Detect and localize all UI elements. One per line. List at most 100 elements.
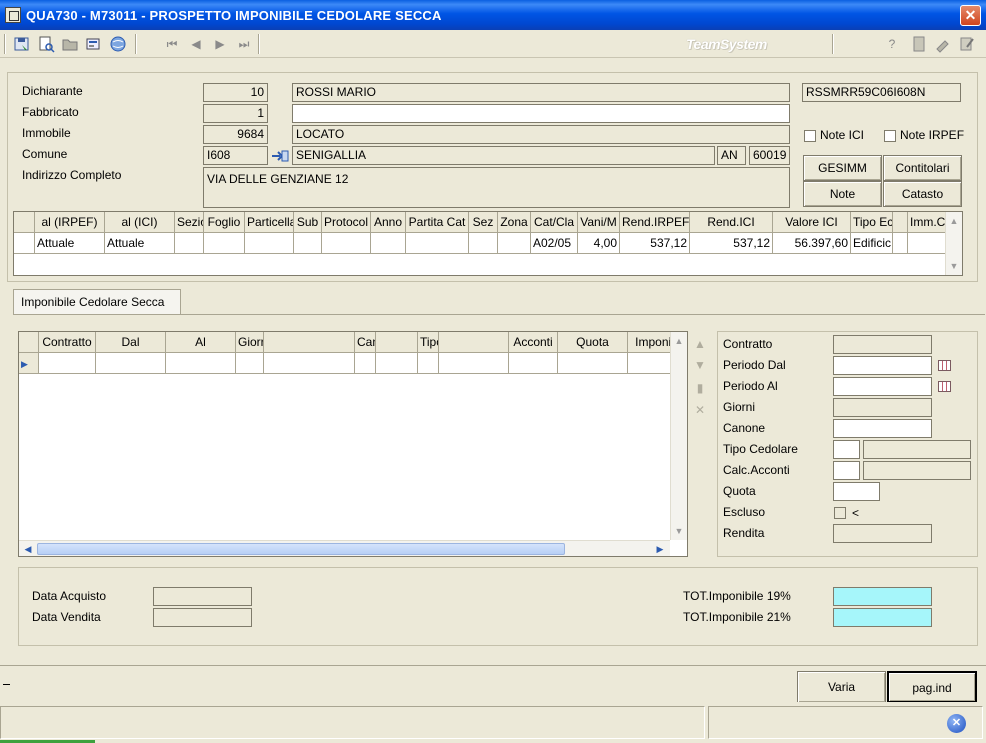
- column-header[interactable]: Canone: [355, 332, 376, 353]
- scroll-left-icon[interactable]: ◀: [21, 542, 35, 556]
- first-record-icon[interactable]: ⏮: [164, 36, 180, 52]
- table-cell[interactable]: [376, 353, 418, 374]
- delete-icon[interactable]: ✕: [693, 403, 707, 417]
- column-header[interactable]: Acconti: [509, 332, 558, 353]
- table-cell[interactable]: ▶: [19, 353, 39, 374]
- column-header[interactable]: [893, 212, 908, 233]
- quota-field[interactable]: [833, 482, 880, 501]
- document-icon[interactable]: [910, 35, 928, 53]
- table-cell[interactable]: [204, 233, 245, 254]
- table-cell[interactable]: [355, 353, 376, 374]
- table-cell[interactable]: [166, 353, 236, 374]
- fabbricato-desc-field[interactable]: [292, 104, 790, 123]
- column-header[interactable]: Sezio: [175, 212, 204, 233]
- table-cell[interactable]: [469, 233, 498, 254]
- close-button[interactable]: ✕: [960, 5, 981, 26]
- calendar-icon[interactable]: [938, 381, 951, 392]
- table-cell[interactable]: Edificic: [851, 233, 893, 254]
- column-header[interactable]: Quota: [558, 332, 628, 353]
- gesimm-button[interactable]: GESIMM: [803, 155, 882, 181]
- property-grid-scrollbar[interactable]: ▲ ▼: [945, 212, 962, 275]
- folder-icon[interactable]: [61, 35, 79, 53]
- column-header[interactable]: Tipo Ce: [418, 332, 439, 353]
- column-header[interactable]: Valore ICI: [773, 212, 851, 233]
- table-cell[interactable]: [908, 233, 948, 254]
- table-cell[interactable]: [322, 233, 371, 254]
- row-selector[interactable]: [14, 212, 35, 233]
- tools-icon[interactable]: [934, 35, 952, 53]
- table-cell[interactable]: [236, 353, 264, 374]
- move-up-icon[interactable]: ▲: [693, 337, 707, 351]
- table-cell[interactable]: [371, 233, 406, 254]
- contract-grid[interactable]: ContrattoDalAlGiorr Canone Tipo Ce AccontiQ…: [18, 331, 688, 557]
- column-header[interactable]: al (IRPEF): [35, 212, 105, 233]
- table-cell[interactable]: [406, 233, 469, 254]
- column-header[interactable]: Tipo Ec: [851, 212, 893, 233]
- column-header[interactable]: Cat/Cla: [531, 212, 578, 233]
- column-header[interactable]: Contratto: [39, 332, 96, 353]
- column-header[interactable]: Protocol: [322, 212, 371, 233]
- table-cell[interactable]: [39, 353, 96, 374]
- column-header[interactable]: al (ICI): [105, 212, 175, 233]
- column-header[interactable]: Partita Cat: [406, 212, 469, 233]
- column-header[interactable]: Foglio: [204, 212, 245, 233]
- table-cell[interactable]: [264, 353, 355, 374]
- globe-icon[interactable]: [109, 35, 127, 53]
- table-cell[interactable]: Attuale: [105, 233, 175, 254]
- row-selector[interactable]: [14, 233, 35, 254]
- scroll-right-icon[interactable]: ▶: [653, 542, 667, 556]
- table-cell[interactable]: [418, 353, 439, 374]
- table-cell[interactable]: 56.397,60: [773, 233, 851, 254]
- tab-imponibile-cedolare[interactable]: Imponibile Cedolare Secca: [13, 289, 181, 315]
- calc-acconti-code-field[interactable]: [833, 461, 860, 480]
- contract-grid-vscrollbar[interactable]: ▲ ▼: [670, 332, 687, 540]
- move-down-icon[interactable]: ▼: [693, 358, 707, 372]
- previous-record-icon[interactable]: ◀: [188, 36, 204, 52]
- table-cell[interactable]: [509, 353, 558, 374]
- table-cell[interactable]: 537,12: [690, 233, 773, 254]
- column-header[interactable]: Sub: [294, 212, 322, 233]
- tipo-cedolare-code-field[interactable]: [833, 440, 860, 459]
- canone-field[interactable]: [833, 419, 932, 438]
- column-header[interactable]: Particella: [245, 212, 294, 233]
- scroll-down-icon[interactable]: ▼: [671, 523, 687, 539]
- lookup-icon[interactable]: [271, 149, 289, 163]
- table-cell[interactable]: [245, 233, 294, 254]
- catasto-button[interactable]: Catasto: [883, 181, 962, 207]
- table-cell[interactable]: [893, 233, 908, 254]
- table-cell[interactable]: A02/05: [531, 233, 578, 254]
- table-cell[interactable]: [294, 233, 322, 254]
- table-cell[interactable]: [96, 353, 166, 374]
- report-icon[interactable]: [85, 35, 103, 53]
- column-header[interactable]: [376, 332, 418, 353]
- column-header[interactable]: Vani/M: [578, 212, 620, 233]
- column-header[interactable]: Zona: [498, 212, 531, 233]
- note-ici-checkbox[interactable]: [804, 130, 816, 142]
- help-icon[interactable]: ?: [884, 36, 900, 52]
- table-cell[interactable]: [558, 353, 628, 374]
- column-header[interactable]: Sez: [469, 212, 498, 233]
- note-irpef-checkbox[interactable]: [884, 130, 896, 142]
- varia-button[interactable]: Varia: [797, 671, 886, 703]
- column-header[interactable]: [19, 332, 39, 353]
- calendar-icon[interactable]: [938, 360, 951, 371]
- next-record-icon[interactable]: ▶: [212, 36, 228, 52]
- property-grid[interactable]: al (IRPEF)al (ICI)SezioFoglioParticellaS…: [13, 211, 963, 276]
- column-header[interactable]: Rend.IRPEF: [620, 212, 690, 233]
- column-header[interactable]: [439, 332, 509, 353]
- last-record-icon[interactable]: ⏭: [236, 36, 252, 52]
- column-header[interactable]: Anno: [371, 212, 406, 233]
- edit-icon[interactable]: [958, 35, 976, 53]
- table-cell[interactable]: 537,12: [620, 233, 690, 254]
- column-header[interactable]: Rend.ICI: [690, 212, 773, 233]
- table-cell[interactable]: 4,00: [578, 233, 620, 254]
- scroll-up-icon[interactable]: ▲: [671, 333, 687, 349]
- table-cell[interactable]: [439, 353, 509, 374]
- column-header[interactable]: Giorr: [236, 332, 264, 353]
- contract-grid-hscrollbar[interactable]: ◀ ▶: [19, 540, 670, 556]
- save-icon[interactable]: [13, 35, 31, 53]
- print-preview-icon[interactable]: [37, 35, 55, 53]
- contitolari-button[interactable]: Contitolari: [883, 155, 962, 181]
- column-header[interactable]: Al: [166, 332, 236, 353]
- column-header[interactable]: Dal: [96, 332, 166, 353]
